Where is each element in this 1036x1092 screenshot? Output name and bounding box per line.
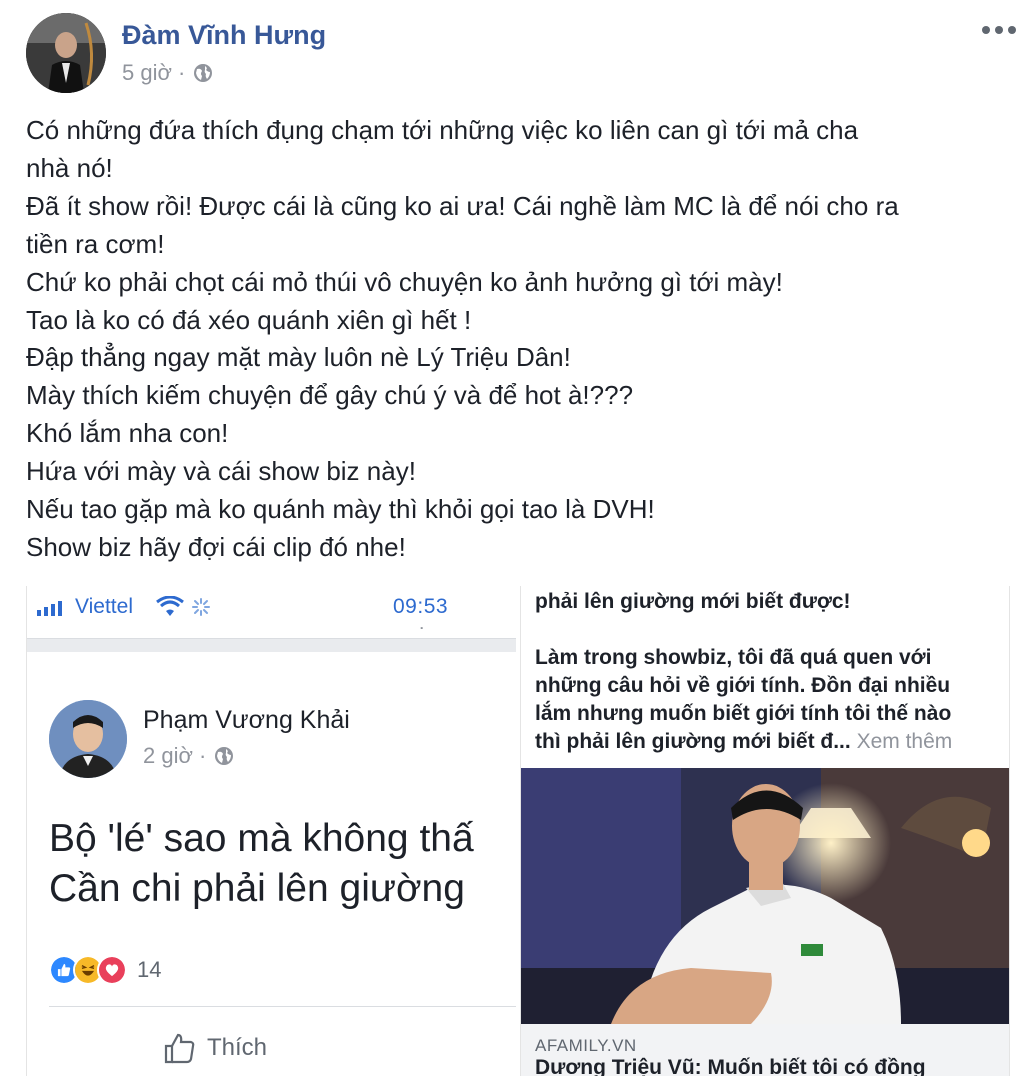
article-photo (521, 768, 1009, 1024)
more-options-icon[interactable] (982, 22, 1018, 38)
post-text-line: Nếu tao gặp mà ko quánh mày thì khỏi gọi… (26, 494, 655, 525)
inner-divider (49, 1006, 516, 1007)
phone-status-bar: Viettel 09:53 (27, 586, 516, 626)
article-text-truncated: thì phải lên giường mới biết đ... (535, 730, 851, 753)
article-text-line: lắm nhưng muốn biết giới tính tôi thế nà… (535, 702, 952, 725)
author-name[interactable]: Đàm Vĩnh Hưng (122, 20, 326, 51)
post-time[interactable]: 5 giờ · (122, 60, 185, 86)
see-more-link: Xem thêm (856, 730, 953, 753)
post-text-line: Show biz hãy đợi cái clip đó nhe! (26, 531, 406, 562)
article-text-line: Làm trong showbiz, tôi đã quá quen với (535, 646, 932, 669)
article-title: Dương Triệu Vũ: Muốn biết tôi có đồng (535, 1056, 926, 1076)
post-text-line: Hứa với mày và cái show biz này! (26, 456, 416, 487)
signal-icon (37, 600, 62, 616)
post-text: Có những đứa thích đụng chạm tới những v… (26, 112, 1021, 567)
article-text-line-last: thì phải lên giường mới biết đ... Xem th… (535, 730, 952, 754)
feed-separator (27, 638, 516, 652)
inner-body-line: Cần chi phải lên giường (49, 867, 465, 910)
attached-photo-left[interactable]: Viettel 09:53 Thích Bình luận P (26, 586, 516, 1076)
thumbs-up-icon (164, 1033, 195, 1064)
inner-like-label: Thích (207, 1034, 268, 1061)
post-text-line: tiền ra cơm! (26, 228, 165, 259)
post-text-line: Đã ít show rồi! Được cái là cũng ko ai ư… (26, 190, 899, 221)
inner-post-meta: 2 giờ · (143, 743, 234, 769)
author-avatar[interactable] (26, 13, 106, 93)
inner-body-line: Bộ 'lé' sao mà không thấ (49, 817, 474, 860)
inner-like-button: Thích (163, 1032, 267, 1064)
loading-icon (192, 598, 210, 616)
post-text-line: Khó lắm nha con! (26, 418, 229, 449)
post-meta: 5 giờ · (122, 60, 213, 86)
post-text-line: Tao là ko có đá xéo quánh xiên gì hết ! (26, 304, 472, 335)
reaction-count: 14 (137, 957, 162, 982)
love-reaction-icon (97, 955, 127, 985)
post-text-line: Có những đứa thích đụng chạm tới những v… (26, 115, 859, 145)
article-text-line: phải lên giường mới biết được! (535, 590, 851, 613)
globe-icon (194, 64, 213, 82)
inner-post-body: Bộ 'lé' sao mà không thấ Cần chi phải lê… (49, 814, 474, 914)
post-text-line: nhà nó! (26, 152, 113, 183)
post-text-line: Đập thẳng ngay mặt mày luôn nè Lý Triệu … (26, 342, 571, 373)
inner-post-time: 2 giờ · (143, 743, 207, 768)
inner-author-avatar (49, 700, 127, 778)
wifi-icon (156, 596, 184, 616)
article-text-line: những câu hỏi về giới tính. Đồn đại nhiề… (535, 674, 951, 697)
inner-author-name: Phạm Vương Khải (143, 706, 350, 734)
reaction-summary: 14 (49, 955, 161, 985)
attached-photo-right[interactable]: phải lên giường mới biết được! Làm trong… (520, 586, 1010, 1076)
phone-clock: 09:53 (393, 595, 449, 618)
globe-icon (215, 747, 234, 765)
post-text-line: Chứ ko phải chọt cái mỏ thúi vô chuyện k… (26, 266, 783, 297)
article-source: AFAMILY.VN (535, 1036, 637, 1055)
carrier-name: Viettel (75, 595, 133, 618)
post-text-line: Mày thích kiếm chuyện để gây chú ý và để… (26, 380, 634, 411)
